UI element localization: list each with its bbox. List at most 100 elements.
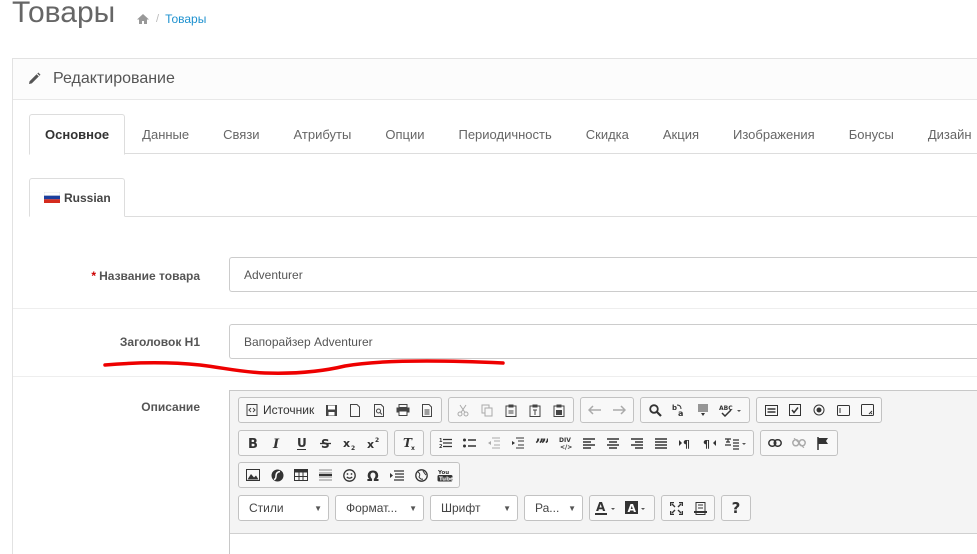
breadcrumb-separator: / bbox=[156, 13, 160, 25]
styles-dropdown[interactable]: Стили ▼ bbox=[238, 495, 329, 521]
tab-images[interactable]: Изображения bbox=[716, 114, 832, 154]
paste-icon[interactable] bbox=[499, 398, 523, 422]
tab-attributes[interactable]: Атрибуты bbox=[277, 114, 369, 154]
new-page-icon[interactable] bbox=[343, 398, 367, 422]
anchor-flag-icon[interactable] bbox=[811, 431, 835, 455]
checkbox-icon[interactable] bbox=[783, 398, 807, 422]
replace-icon[interactable]: ba bbox=[667, 398, 691, 422]
table-icon[interactable] bbox=[289, 463, 313, 487]
find-icon[interactable] bbox=[643, 398, 667, 422]
align-right-icon[interactable] bbox=[625, 431, 649, 455]
paste-word-icon[interactable] bbox=[547, 398, 571, 422]
required-mark: * bbox=[91, 269, 97, 283]
font-dropdown[interactable]: Шрифт ▼ bbox=[430, 495, 518, 521]
h1-input[interactable]: Вапорайзер Adventurer bbox=[229, 324, 977, 359]
product-name-input[interactable]: Adventurer bbox=[229, 257, 977, 292]
page-break-icon[interactable] bbox=[385, 463, 409, 487]
editor-toolbar-row-2: B I U S x2 x2 Tx 12 ”” DIV</> bbox=[238, 430, 844, 456]
italic-icon[interactable]: I bbox=[265, 431, 289, 455]
copy-icon[interactable] bbox=[475, 398, 499, 422]
svg-text:2: 2 bbox=[375, 437, 379, 444]
tab-design[interactable]: Дизайн bbox=[911, 114, 977, 154]
bold-icon[interactable]: B bbox=[241, 431, 265, 455]
tab-options[interactable]: Опции bbox=[368, 114, 441, 154]
home-icon[interactable] bbox=[136, 13, 150, 25]
h1-label: Заголовок H1 bbox=[119, 335, 200, 349]
textfield-icon[interactable] bbox=[831, 398, 855, 422]
language-icon[interactable] bbox=[721, 431, 751, 455]
editor-content-area[interactable] bbox=[230, 533, 977, 554]
templates-icon[interactable] bbox=[415, 398, 439, 422]
indent-icon[interactable] bbox=[505, 431, 529, 455]
text-direction-ltr-icon[interactable]: ¶ bbox=[673, 431, 697, 455]
help-button[interactable]: ? bbox=[724, 496, 748, 520]
tab-general[interactable]: Основное bbox=[29, 114, 126, 155]
align-center-icon[interactable] bbox=[601, 431, 625, 455]
bulleted-list-icon[interactable] bbox=[457, 431, 481, 455]
blockquote-icon[interactable]: ”” bbox=[529, 431, 553, 455]
text-direction-rtl-icon[interactable]: ¶ bbox=[697, 431, 721, 455]
special-char-icon[interactable]: Ω bbox=[361, 463, 385, 487]
outdent-icon[interactable] bbox=[481, 431, 505, 455]
styles-dropdown-label: Стили bbox=[249, 501, 284, 515]
toolbar-group-tools bbox=[661, 495, 715, 521]
tab-language-russian[interactable]: Russian bbox=[29, 178, 125, 217]
toolbar-group-cleanup: Tx bbox=[394, 430, 424, 456]
subscript-icon[interactable]: x2 bbox=[337, 431, 361, 455]
main-tabs: Основное Данные Связи Атрибуты Опции Пер… bbox=[29, 114, 977, 155]
iframe-globe-icon[interactable] bbox=[409, 463, 433, 487]
align-justify-icon[interactable] bbox=[649, 431, 673, 455]
svg-text:</>: </> bbox=[560, 444, 572, 450]
superscript-icon[interactable]: x2 bbox=[361, 431, 385, 455]
flash-icon[interactable] bbox=[265, 463, 289, 487]
source-button[interactable]: Источник bbox=[241, 398, 319, 422]
redo-icon[interactable] bbox=[607, 398, 631, 422]
page-header: Товары / Товары bbox=[0, 0, 977, 56]
undo-icon[interactable] bbox=[583, 398, 607, 422]
font-dropdown-label: Шрифт bbox=[441, 501, 481, 515]
maximize-icon[interactable] bbox=[664, 496, 688, 520]
size-dropdown[interactable]: Ра... ▼ bbox=[524, 495, 583, 521]
form-row-h1: Заголовок H1 Вапорайзер Adventurer bbox=[13, 309, 977, 377]
image-icon[interactable] bbox=[241, 463, 265, 487]
numbered-list-icon[interactable]: 12 bbox=[433, 431, 457, 455]
text-color-icon[interactable]: A bbox=[592, 496, 622, 520]
show-blocks-icon[interactable] bbox=[688, 496, 712, 520]
breadcrumb-link-products[interactable]: Товары bbox=[165, 12, 206, 26]
tab-links[interactable]: Связи bbox=[206, 114, 276, 154]
smiley-icon[interactable] bbox=[337, 463, 361, 487]
svg-text:U: U bbox=[297, 437, 307, 450]
spellcheck-icon[interactable]: ABC bbox=[715, 398, 747, 422]
toolbar-group-history bbox=[580, 397, 635, 423]
toolbar-group-paragraph: 12 ”” DIV</> ¶ ¶ bbox=[430, 430, 754, 456]
remove-format-icon[interactable]: Tx bbox=[397, 431, 421, 455]
radio-icon[interactable] bbox=[807, 398, 831, 422]
cut-icon[interactable] bbox=[451, 398, 475, 422]
tab-rewards[interactable]: Бонусы bbox=[832, 114, 911, 154]
format-dropdown[interactable]: Формат... ▼ bbox=[335, 495, 424, 521]
underline-icon[interactable]: U bbox=[289, 431, 313, 455]
link-icon[interactable] bbox=[763, 431, 787, 455]
svg-text:I: I bbox=[272, 437, 280, 449]
print-icon[interactable] bbox=[391, 398, 415, 422]
toolbar-group-document: Источник bbox=[238, 397, 443, 423]
select-all-icon[interactable] bbox=[691, 398, 715, 422]
tab-special[interactable]: Акция bbox=[646, 114, 716, 154]
tab-recurring[interactable]: Периодичность bbox=[441, 114, 568, 154]
textarea-icon[interactable] bbox=[855, 398, 879, 422]
tab-discount[interactable]: Скидка bbox=[569, 114, 646, 154]
strikethrough-icon[interactable]: S bbox=[313, 431, 337, 455]
div-container-icon[interactable]: DIV </> bbox=[553, 431, 577, 455]
form-icon[interactable] bbox=[759, 398, 783, 422]
save-icon[interactable] bbox=[319, 398, 343, 422]
chevron-down-icon: ▼ bbox=[314, 503, 322, 513]
preview-icon[interactable] bbox=[367, 398, 391, 422]
panel-title: Редактирование bbox=[53, 70, 175, 87]
youtube-icon[interactable]: You Tube bbox=[433, 463, 457, 487]
tab-data[interactable]: Данные bbox=[125, 114, 206, 154]
unlink-icon[interactable] bbox=[787, 431, 811, 455]
paste-text-icon[interactable] bbox=[523, 398, 547, 422]
background-color-icon[interactable]: A bbox=[622, 496, 652, 520]
align-left-icon[interactable] bbox=[577, 431, 601, 455]
horizontal-line-icon[interactable] bbox=[313, 463, 337, 487]
